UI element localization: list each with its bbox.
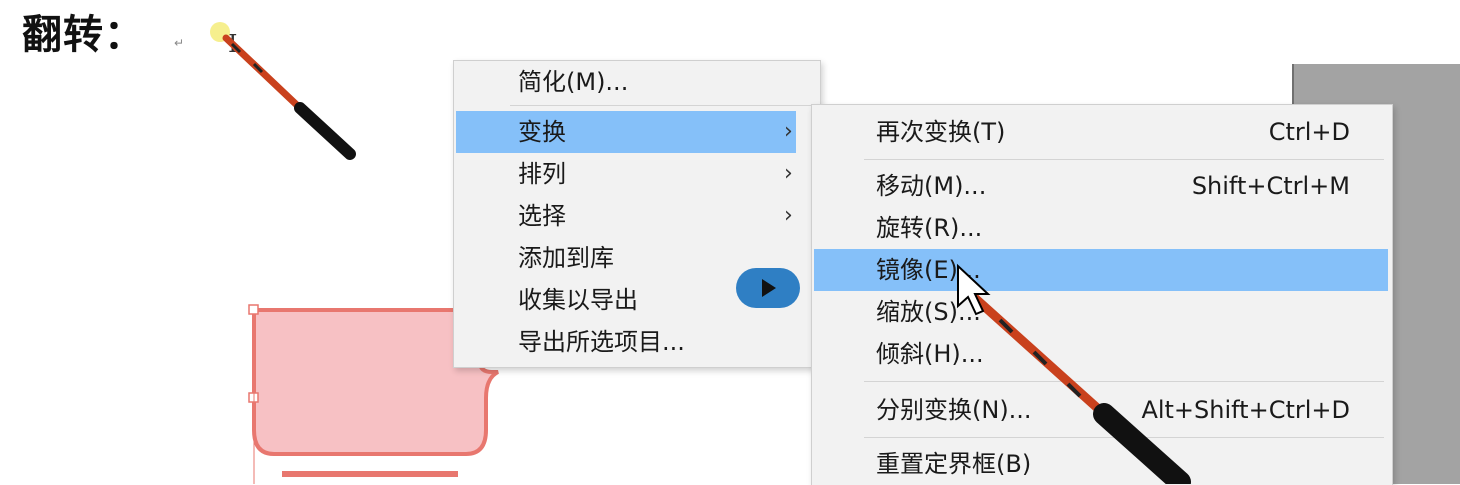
selection-handle[interactable]	[248, 304, 259, 315]
submenu-item-scale[interactable]: 缩放(S)...	[812, 291, 1392, 333]
menu-item-label: 旋转(R)...	[876, 214, 983, 242]
chevron-right-icon: ›	[784, 161, 793, 186]
menu-item-label: 排列	[518, 160, 566, 188]
transform-submenu: 再次变换(T) Ctrl+D 移动(M)... Shift+Ctrl+M 旋转(…	[811, 104, 1393, 485]
menu-item-label: 选择	[518, 202, 566, 230]
menu-item-label: 重置定界框(B)	[876, 450, 1032, 478]
menu-item-label: 再次变换(T)	[876, 118, 1006, 146]
submenu-item-reflect[interactable]: 镜像(E)...	[814, 249, 1388, 291]
menu-item-label: 导出所选项目...	[518, 328, 685, 356]
menu-item-transform[interactable]: 变换 ›	[456, 111, 796, 153]
page-title: 翻转：	[22, 12, 145, 58]
menu-item-label: 收集以导出	[518, 286, 638, 314]
return-mark-icon: ↵	[174, 36, 185, 50]
menu-item-label: 变换	[518, 118, 566, 146]
menu-item-label: 移动(M)...	[876, 172, 987, 200]
play-icon	[762, 279, 776, 297]
menu-item-label: 镜像(E)...	[876, 256, 981, 284]
menu-item-label: 分别变换(N)...	[876, 396, 1032, 424]
context-menu: 简化(M)... 变换 › 排列 › 选择 › 添加到库 收集以导出 导出所选项…	[453, 60, 821, 368]
submenu-item-transform-each[interactable]: 分别变换(N)... Alt+Shift+Ctrl+D	[812, 389, 1392, 431]
menu-item-shortcut: Shift+Ctrl+M	[1191, 172, 1350, 200]
menu-item-shortcut: Ctrl+D	[1268, 118, 1350, 146]
menu-item-label: 简化(M)...	[518, 68, 629, 96]
menu-item-label: 添加到库	[518, 244, 614, 272]
menu-item-arrange[interactable]: 排列 ›	[454, 153, 820, 195]
menu-item-select[interactable]: 选择 ›	[454, 195, 820, 237]
menu-item-export-selection[interactable]: 导出所选项目...	[454, 321, 820, 363]
menu-item-shortcut: Alt+Shift+Ctrl+D	[1141, 396, 1350, 424]
submenu-item-reset-bounding-box[interactable]: 重置定界框(B)	[812, 443, 1392, 485]
menu-item-simplify[interactable]: 简化(M)...	[454, 61, 820, 103]
menu-item-label: 缩放(S)...	[876, 298, 981, 326]
chevron-right-icon: ›	[784, 119, 793, 144]
text-cursor-icon: I	[228, 30, 238, 58]
menu-separator	[510, 105, 820, 106]
menu-item-label: 倾斜(H)...	[876, 340, 984, 368]
chevron-right-icon: ›	[784, 203, 793, 228]
submenu-item-move[interactable]: 移动(M)... Shift+Ctrl+M	[812, 165, 1392, 207]
submenu-item-rotate[interactable]: 旋转(R)...	[812, 207, 1392, 249]
play-button[interactable]	[736, 268, 800, 308]
submenu-item-shear[interactable]: 倾斜(H)...	[812, 333, 1392, 375]
menu-separator	[864, 437, 1384, 438]
submenu-item-transform-again[interactable]: 再次变换(T) Ctrl+D	[812, 111, 1392, 153]
menu-separator	[864, 381, 1384, 382]
menu-separator	[864, 159, 1384, 160]
